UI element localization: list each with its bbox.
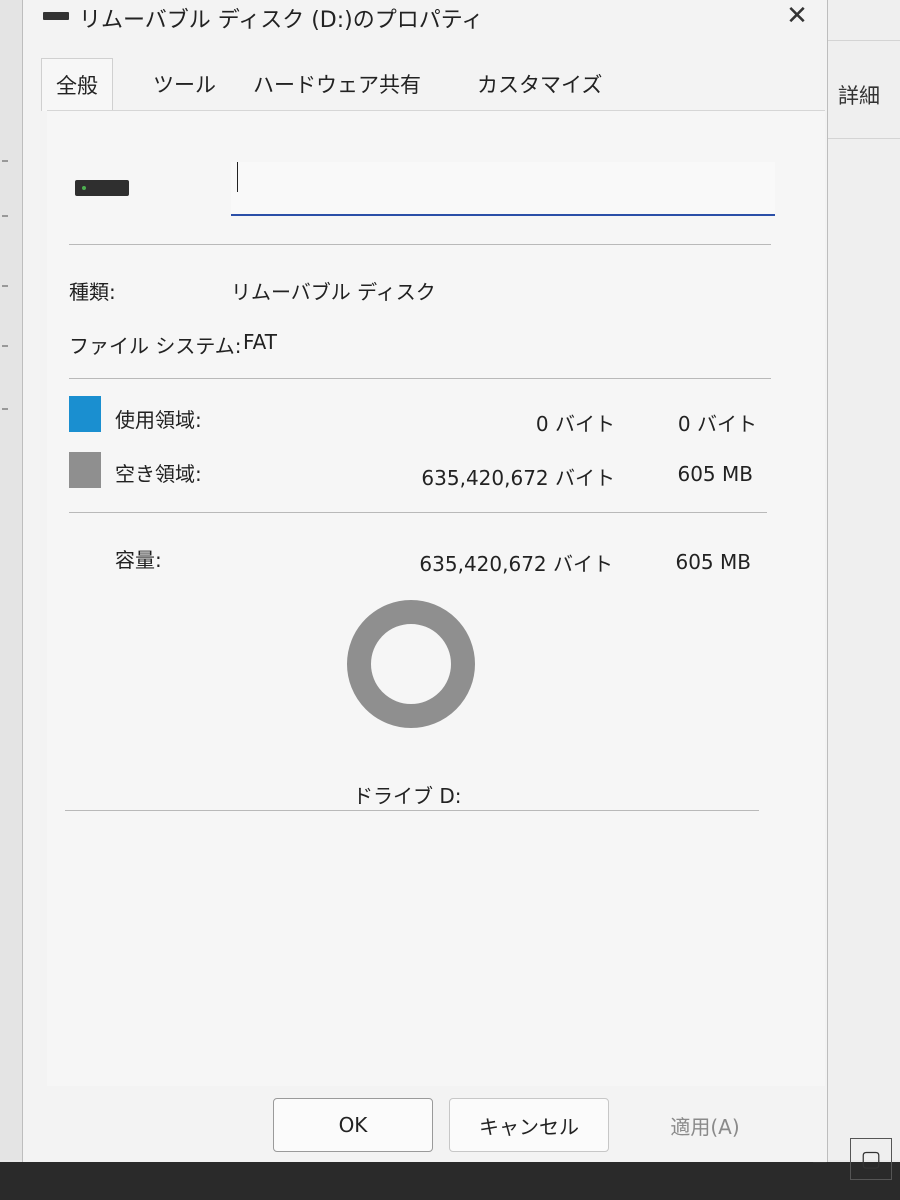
type-label: 種類:: [69, 280, 116, 304]
cancel-button[interactable]: キャンセル: [449, 1098, 609, 1152]
tab-hardware[interactable]: ハードウェア: [253, 58, 379, 110]
bg-header-divider: [826, 138, 900, 139]
tab-sharing[interactable]: 共有: [379, 58, 421, 110]
bg-toolbar-divider: [826, 40, 900, 41]
used-space-bytes: 0 バイト: [535, 412, 615, 436]
close-button[interactable]: ✕: [775, 0, 819, 32]
divider: [69, 244, 771, 245]
filesystem-label: ファイル システム:: [69, 334, 242, 358]
divider: [69, 512, 767, 513]
filesystem-value: FAT: [243, 330, 278, 354]
volume-label-input[interactable]: [231, 162, 775, 216]
disk-usage-donut-chart: [347, 600, 475, 728]
general-tab-page: [47, 110, 825, 1086]
large-icons-view-icon[interactable]: ▢: [850, 1138, 892, 1180]
tree-expander-mark: [2, 285, 8, 287]
details-pane-button[interactable]: 詳細: [838, 80, 880, 110]
dialog-title: リムーバブル ディスク (D:)のプロパティ: [79, 8, 484, 33]
ok-button[interactable]: OK: [273, 1098, 433, 1152]
title-bar[interactable]: リムーバブル ディスク (D:)のプロパティ ✕: [23, 0, 827, 40]
text-caret: [237, 162, 238, 192]
capacity-bytes: 635,420,672 バイト: [419, 552, 613, 576]
divider: [65, 810, 759, 811]
background-window-left: [0, 0, 23, 1160]
capacity-human: 605 MB: [675, 550, 751, 574]
taskbar: [0, 1162, 900, 1200]
free-space-color-swatch: [69, 452, 101, 488]
drive-letter-label: ドライブ D:: [353, 784, 462, 808]
free-space-label: 空き領域:: [115, 462, 202, 486]
used-space-color-swatch: [69, 396, 101, 432]
free-space-human: 605 MB: [677, 462, 753, 486]
divider: [69, 378, 771, 379]
background-window-right: [826, 0, 900, 1160]
tree-expander-mark: [2, 160, 8, 162]
removable-drive-icon: [75, 180, 129, 196]
free-space-bytes: 635,420,672 バイト: [421, 466, 615, 490]
used-space-human: 0 バイト: [677, 412, 757, 436]
donut-free-segment: [347, 600, 475, 728]
tab-strip: 全般 ツール ハードウェア 共有 カスタマイズ: [23, 58, 827, 111]
tab-customize[interactable]: カスタマイズ: [477, 58, 602, 110]
apply-button[interactable]: 適用(A): [625, 1098, 785, 1152]
properties-dialog: リムーバブル ディスク (D:)のプロパティ ✕ 全般 ツール ハードウェア 共…: [22, 0, 828, 1162]
type-value: リムーバブル ディスク: [231, 280, 436, 304]
tab-general[interactable]: 全般: [41, 58, 113, 111]
used-space-label: 使用領域:: [115, 408, 202, 432]
tree-expander-mark: [2, 215, 8, 217]
tab-tools[interactable]: ツール: [153, 58, 216, 110]
tree-expander-mark: [2, 345, 8, 347]
tree-expander-mark: [2, 408, 8, 410]
drive-small-icon: [43, 12, 69, 20]
capacity-label: 容量:: [115, 548, 162, 572]
